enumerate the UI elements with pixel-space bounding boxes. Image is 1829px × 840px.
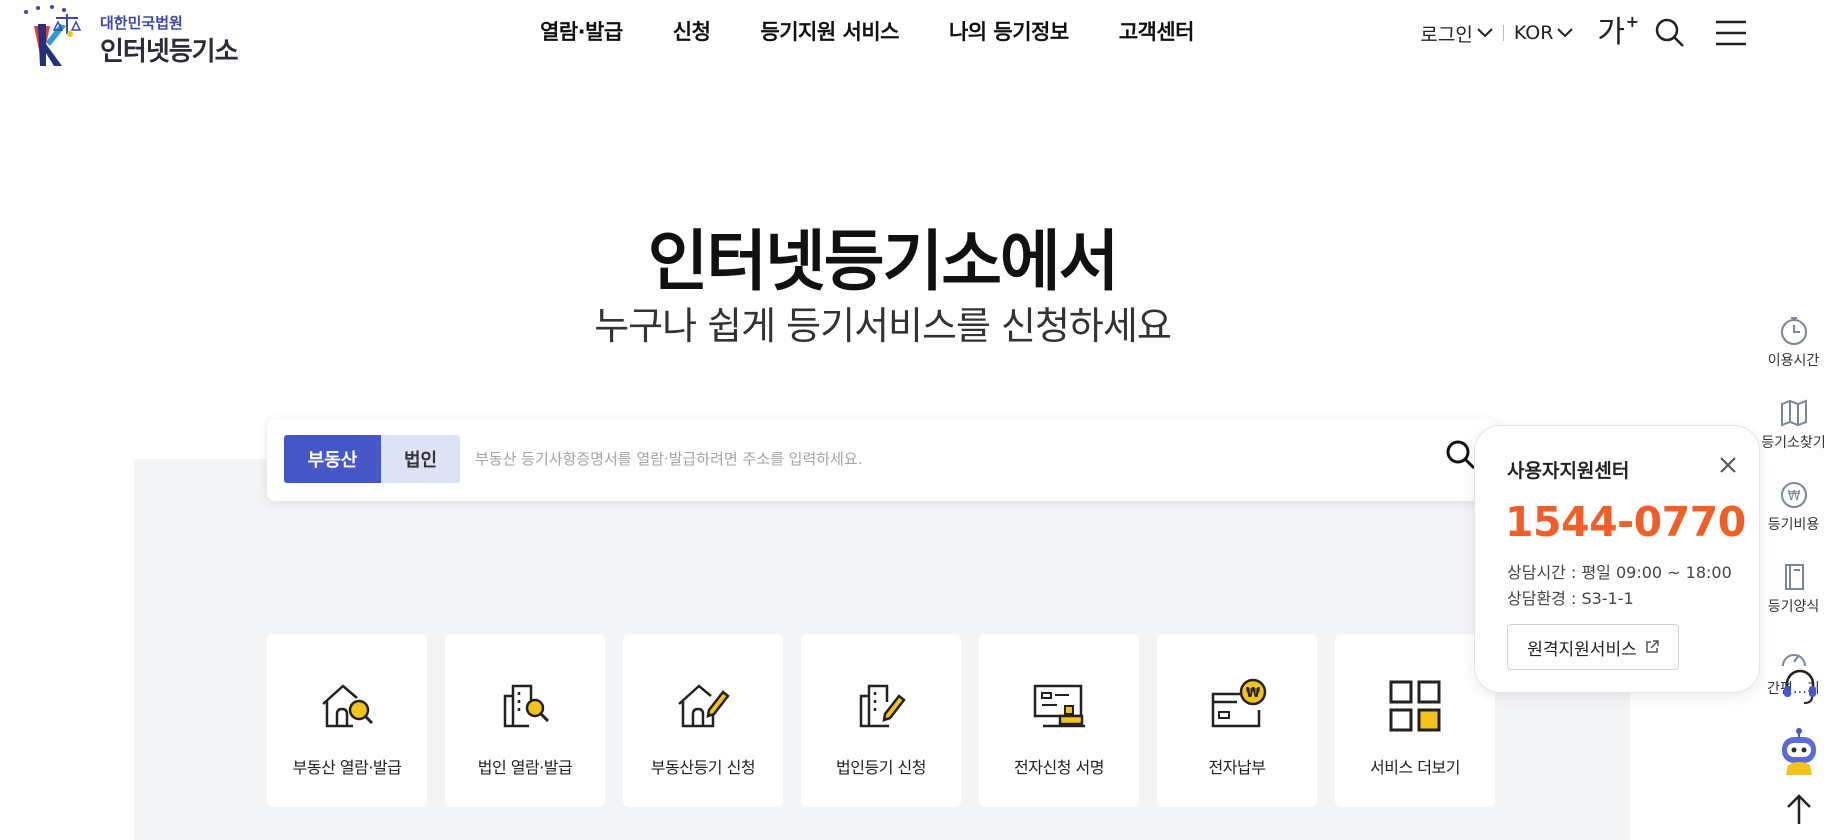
font-size-label: 가: [1597, 15, 1625, 50]
svg-text:₩: ₩: [1246, 686, 1261, 701]
chevron-down-icon: [1557, 28, 1574, 38]
quick-item-find-office[interactable]: 등기소찾기: [1758, 398, 1829, 452]
support-environment: 상담환경 : S3-1-1: [1507, 589, 1634, 608]
map-icon: [1780, 399, 1807, 427]
close-icon: [1720, 457, 1736, 473]
counsel-button[interactable]: [1780, 666, 1820, 706]
search-icon: [1655, 18, 1684, 47]
card-label: 부동산 열람·발급: [292, 758, 402, 777]
quick-label: 이용시간: [1767, 353, 1820, 369]
chevron-down-icon: [1477, 28, 1493, 38]
hero-subtitle: 누구나 쉽게 등기서비스를 신청하세요: [594, 304, 1172, 348]
nav-my-info[interactable]: 나의 등기정보: [949, 16, 1069, 46]
font-size-button[interactable]: 가 +: [1597, 14, 1639, 50]
header: 대한민국법원 인터넷등기소 열람·발급 신청 등기지원 서비스 나의 등기정보 …: [0, 0, 1829, 80]
card-label: 전자납부: [1208, 758, 1266, 777]
quick-item-forms[interactable]: 등기양식: [1758, 562, 1829, 616]
grid-more-icon: [1389, 680, 1441, 732]
scroll-top-button[interactable]: [1784, 792, 1814, 826]
court-logo-icon: [24, 5, 82, 66]
search-box: 부동산 법인: [267, 419, 1497, 501]
language-dropdown[interactable]: KOR: [1514, 22, 1574, 44]
font-size-plus: +: [1625, 12, 1639, 31]
won-coin-icon: ₩: [1780, 482, 1807, 508]
headset-icon: [1784, 669, 1816, 704]
hero-title: 인터넷등기소에서: [647, 223, 1120, 300]
divider: [1502, 25, 1504, 41]
tab-corporation[interactable]: 법인: [381, 435, 460, 483]
clock-icon: [1780, 317, 1807, 345]
nav-view-issue[interactable]: 열람·발급: [540, 16, 623, 46]
arrow-up-icon: [1787, 794, 1811, 824]
nav-support-services[interactable]: 등기지원 서비스: [760, 16, 899, 46]
quick-item-cost[interactable]: ₩ 등기비용: [1758, 480, 1829, 534]
quick-label: 등기소찾기: [1761, 435, 1826, 451]
external-link-icon: [1645, 640, 1659, 653]
svg-text:₩: ₩: [1787, 489, 1800, 504]
building-edit-icon: [859, 684, 906, 728]
language-label: KOR: [1513, 22, 1554, 44]
house-search-icon: [322, 684, 374, 728]
logo-subtitle: 대한민국법원: [100, 14, 183, 32]
service-card-real-estate-view[interactable]: 부동산 열람·발급: [267, 634, 427, 807]
quick-label: 등기비용: [1767, 517, 1820, 533]
search-submit-button[interactable]: [1445, 439, 1477, 475]
service-card-more[interactable]: 서비스 더보기: [1335, 634, 1495, 807]
login-label: 로그인: [1420, 23, 1473, 46]
site-logo[interactable]: 대한민국법원 인터넷등기소: [20, 4, 250, 70]
address-search-input[interactable]: [475, 435, 1375, 483]
card-label: 서비스 더보기: [1370, 758, 1460, 777]
service-cards: 부동산 열람·발급 법인 열람·발급 부동산등기 신청 법인등기 신청 전자신청…: [267, 634, 1495, 807]
building-search-icon: [503, 684, 550, 728]
service-card-corporation-view[interactable]: 법인 열람·발급: [445, 634, 605, 807]
book-icon: [1784, 564, 1804, 590]
remote-support-button[interactable]: 원격지원서비스: [1507, 624, 1679, 670]
service-card-corporation-apply[interactable]: 법인등기 신청: [801, 634, 961, 807]
support-title: 사용자지원센터: [1507, 460, 1630, 482]
e-sign-icon: [1033, 684, 1085, 728]
search-icon: [1446, 440, 1476, 470]
card-label: 법인 열람·발급: [477, 758, 573, 777]
search-button[interactable]: [1655, 18, 1685, 48]
house-edit-icon: [678, 684, 730, 728]
remote-support-label: 원격지원서비스: [1527, 639, 1637, 660]
chatbot-button[interactable]: [1774, 727, 1824, 777]
login-dropdown[interactable]: 로그인: [1420, 20, 1493, 47]
card-label: 법인등기 신청: [836, 758, 926, 777]
support-center-popup: 사용자지원센터 1544-0770 상담시간 : 평일 09:00 ~ 18:0…: [1474, 425, 1760, 693]
nav-customer-center[interactable]: 고객센터: [1119, 16, 1195, 46]
card-label: 전자신청 서명: [1014, 758, 1104, 777]
support-phone-number: 1544-0770: [1505, 498, 1746, 546]
support-close-button[interactable]: [1719, 456, 1737, 478]
chatbot-robot-icon: [1782, 728, 1816, 775]
nav-apply[interactable]: 신청: [673, 16, 711, 46]
utility-menu: 로그인 KOR 가 +: [1420, 14, 1747, 50]
hamburger-menu-icon: [1716, 20, 1746, 46]
quick-label: 등기양식: [1767, 599, 1820, 615]
service-card-e-sign[interactable]: 전자신청 서명: [979, 634, 1139, 807]
tab-real-estate[interactable]: 부동산: [284, 435, 381, 483]
logo-title: 인터넷등기소: [100, 37, 239, 67]
main-nav: 열람·발급 신청 등기지원 서비스 나의 등기정보 고객센터: [540, 16, 1194, 46]
e-payment-icon: ₩: [1211, 678, 1267, 728]
card-label: 부동산등기 신청: [650, 758, 756, 777]
support-hours: 상담시간 : 평일 09:00 ~ 18:00: [1507, 563, 1732, 582]
quick-item-hours[interactable]: 이용시간: [1758, 316, 1829, 370]
service-card-real-estate-apply[interactable]: 부동산등기 신청: [623, 634, 783, 807]
menu-button[interactable]: [1715, 19, 1747, 47]
service-card-e-payment[interactable]: ₩ 전자납부: [1157, 634, 1317, 807]
